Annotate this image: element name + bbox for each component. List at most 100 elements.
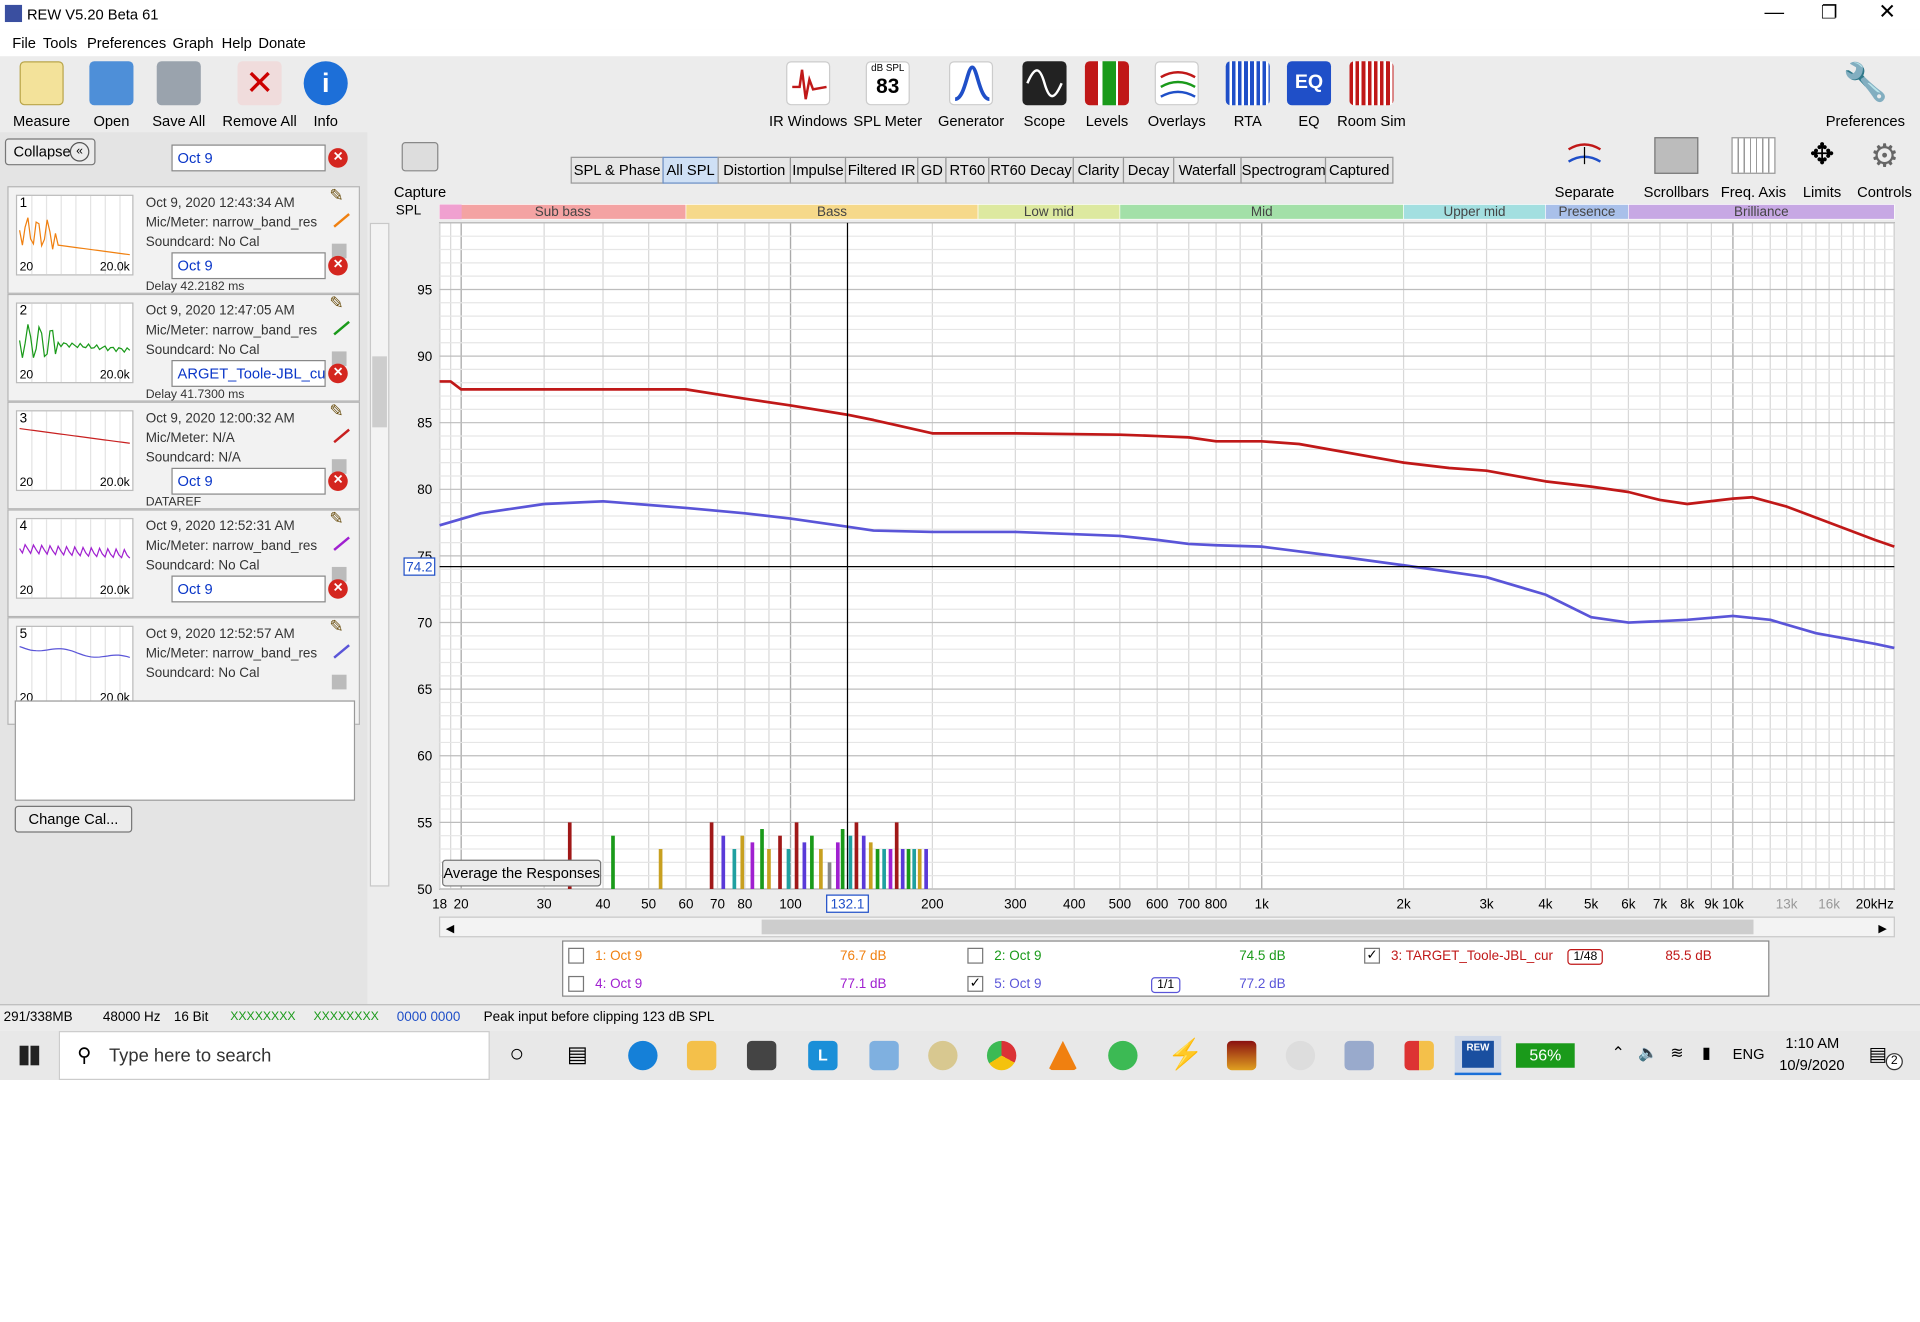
average-responses-button[interactable]: Average the Responses	[442, 859, 602, 887]
trace-smoothing-badge[interactable]: 1/1	[1151, 977, 1181, 994]
trace-checkbox[interactable]	[568, 947, 585, 964]
task-view-icon[interactable]: ▤	[567, 1042, 588, 1068]
tab-all-spl[interactable]: All SPL	[662, 156, 719, 184]
clock-time[interactable]: 1:10 AM	[1785, 1035, 1839, 1052]
edit-icon[interactable]: ✎	[329, 616, 343, 637]
trace-value: 85.5 dB	[1665, 948, 1712, 964]
rew-taskbar-item[interactable]: REW	[1454, 1035, 1502, 1076]
save-all-button[interactable]: Save All	[140, 56, 218, 130]
trace-checkbox[interactable]: ✓	[967, 975, 984, 992]
trace-checkbox[interactable]	[568, 975, 585, 992]
remove-measurement-icon[interactable]: ✕	[328, 579, 348, 599]
tab-distortion[interactable]: Distortion	[717, 156, 792, 184]
ir-windows-button[interactable]: IR Windows	[769, 56, 847, 130]
edit-icon[interactable]: ✎	[329, 293, 343, 314]
controls-button[interactable]: ⚙ Controls	[1845, 137, 1920, 201]
remove-measurement-icon[interactable]: ✕	[328, 363, 348, 384]
trace-smoothing-badge[interactable]: 1/48	[1567, 948, 1604, 965]
pc-icon[interactable]	[869, 1040, 899, 1071]
menu-graph[interactable]: Graph	[173, 34, 214, 51]
scrollbars-button[interactable]: Scrollbars	[1637, 137, 1715, 201]
tab-decay[interactable]: Decay	[1122, 156, 1175, 184]
tab-rt60-decay[interactable]: RT60 Decay	[988, 156, 1074, 184]
l-app-icon[interactable]: L	[808, 1040, 838, 1071]
file-explorer-icon[interactable]	[686, 1040, 717, 1071]
notes-area[interactable]	[14, 700, 356, 801]
chrome-icon[interactable]	[986, 1040, 1017, 1071]
freq-axis-button[interactable]: Freq. Axis	[1714, 137, 1792, 201]
dsp-icon[interactable]	[1285, 1040, 1316, 1071]
battery-badge[interactable]: 56%	[1515, 1043, 1575, 1068]
tab-spl-phase[interactable]: SPL & Phase	[570, 156, 664, 184]
spl-meter-button[interactable]: dB SPL 83 SPL Meter	[849, 56, 927, 130]
notes-icon[interactable]	[331, 674, 347, 690]
trace-color-icon[interactable]	[333, 213, 350, 228]
taskbar-search[interactable]: ⚲ Type here to search	[58, 1031, 490, 1081]
notification-icon[interactable]: ▤	[1869, 1042, 1888, 1066]
preferences-button[interactable]: 🔧 Preferences	[1826, 56, 1905, 130]
measurement-name-field[interactable]: Oct 9	[171, 144, 326, 172]
trace-color-icon[interactable]	[333, 536, 350, 551]
tab-waterfall[interactable]: Waterfall	[1173, 156, 1242, 184]
capture-button[interactable]: Capture	[389, 142, 450, 201]
remove-measurement-icon[interactable]: ✕	[328, 471, 348, 492]
disc-icon[interactable]	[928, 1040, 958, 1071]
trace-checkbox[interactable]: ✓	[1364, 947, 1381, 964]
volume-icon[interactable]: 🔈	[1638, 1043, 1658, 1063]
wifi-icon[interactable]: ≋	[1670, 1043, 1683, 1063]
windows-start-icon[interactable]	[19, 1045, 40, 1066]
overlays-button[interactable]: Overlays	[1138, 56, 1216, 130]
menu-donate[interactable]: Donate	[258, 34, 305, 51]
office-icon[interactable]	[1404, 1040, 1434, 1071]
measurement-name-field[interactable]: Oct 9	[171, 467, 326, 495]
vlc-icon[interactable]	[1048, 1040, 1078, 1071]
drive-icon[interactable]	[1344, 1040, 1374, 1071]
restore-icon[interactable]: ❐	[1821, 1, 1837, 23]
tab-rt60[interactable]: RT60	[945, 156, 990, 184]
info-button[interactable]: i Info	[287, 56, 365, 130]
tab-spectrogram[interactable]: Spectrogram	[1240, 156, 1327, 184]
edge-icon[interactable]	[628, 1040, 658, 1071]
measurement-name-field[interactable]: Oct 9	[171, 252, 326, 280]
generator-button[interactable]: Generator	[932, 56, 1010, 130]
edit-icon[interactable]: ✎	[329, 400, 343, 421]
chrome-profile-icon[interactable]	[1108, 1040, 1138, 1071]
edit-icon[interactable]: ✎	[329, 508, 343, 529]
winrar-icon[interactable]	[1226, 1040, 1257, 1071]
tab-impulse[interactable]: Impulse	[789, 156, 847, 184]
measurement-name-field[interactable]: Oct 9	[171, 575, 326, 603]
menu-preferences[interactable]: Preferences	[87, 34, 166, 51]
measurement-name-field[interactable]: ARGET_Toole-JBL_cur	[171, 360, 326, 387]
close-icon[interactable]: ✕	[1878, 0, 1895, 24]
spl-chart[interactable]: SPL Sub bass Bass Low mid Mid Upper mid Presen…	[367, 196, 1920, 943]
tab-captured[interactable]: Captured	[1324, 156, 1394, 184]
levels-button[interactable]: Levels	[1068, 56, 1146, 130]
battery-icon[interactable]: ▮	[1702, 1043, 1711, 1063]
menu-file[interactable]: File	[12, 34, 36, 51]
trace-checkbox[interactable]	[967, 947, 984, 964]
language-indicator[interactable]: ENG	[1733, 1046, 1765, 1063]
room-sim-button[interactable]: Room Sim	[1332, 56, 1410, 130]
cortana-icon[interactable]: ○	[509, 1041, 524, 1069]
change-cal-button[interactable]: Change Cal...	[14, 805, 133, 833]
store-icon[interactable]	[746, 1040, 777, 1071]
tab-filtered-ir[interactable]: Filtered IR	[844, 156, 919, 184]
menu-tools[interactable]: Tools	[43, 34, 77, 51]
collapse-button[interactable]: Collapse «	[4, 138, 96, 166]
separate-button[interactable]: Separate	[1545, 137, 1623, 201]
menu-help[interactable]: Help	[222, 34, 252, 51]
measure-button[interactable]: Measure	[2, 56, 80, 130]
edit-icon[interactable]: ✎	[329, 185, 343, 206]
lightning-icon[interactable]: ⚡	[1167, 1040, 1204, 1070]
trace-color-icon[interactable]	[333, 644, 350, 659]
tab-clarity[interactable]: Clarity	[1072, 156, 1125, 184]
clock-date[interactable]: 10/9/2020	[1779, 1057, 1844, 1074]
remove-measurement-icon[interactable]: ✕	[328, 255, 348, 276]
trace-color-icon[interactable]	[333, 320, 350, 336]
remove-measurement-icon[interactable]: ✕	[328, 148, 348, 168]
tray-chevron-icon[interactable]: ⌃	[1611, 1043, 1624, 1063]
chart-scrollbar-thumb[interactable]	[761, 919, 1754, 935]
trace-color-icon[interactable]	[333, 428, 350, 444]
tab-gd[interactable]: GD	[917, 156, 947, 184]
minimize-icon[interactable]: —	[1765, 2, 1785, 24]
